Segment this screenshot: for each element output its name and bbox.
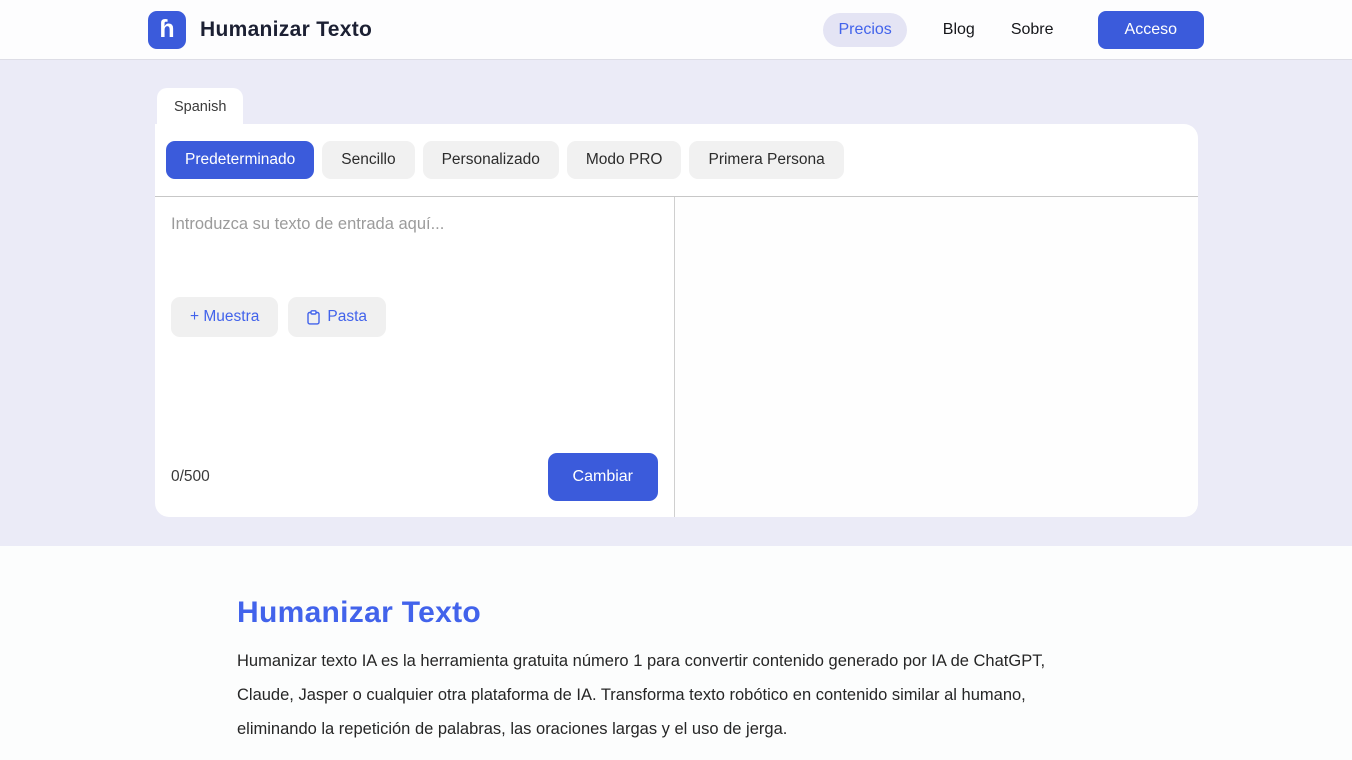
nav-item-sobre[interactable]: Sobre <box>1011 21 1054 39</box>
main-nav: Precios Blog Sobre Acceso <box>823 10 1204 49</box>
nav-item-precios[interactable]: Precios <box>823 12 907 47</box>
char-counter: 0/500 <box>171 468 210 485</box>
quick-actions-row: + Muestra Pasta <box>155 297 674 337</box>
mode-button-predeterminado[interactable]: Predeterminado <box>166 141 315 179</box>
mode-button-sencillo[interactable]: Sencillo <box>322 141 415 179</box>
editor-panels: + Muestra Pasta 0/500 Cambiar <box>155 197 1198 517</box>
about-title: Humanizar Texto <box>237 596 481 629</box>
login-button[interactable]: Acceso <box>1097 10 1204 49</box>
brand[interactable]: ɦ Humanizar Texto <box>148 10 373 49</box>
clipboard-icon <box>307 309 321 325</box>
humanizar-logo-icon: ɦ <box>148 10 186 49</box>
mode-selector-row: Predeterminado Sencillo Personalizado Mo… <box>155 124 1198 197</box>
nav-item-blog[interactable]: Blog <box>943 21 975 39</box>
mode-button-personalizado[interactable]: Personalizado <box>422 141 559 179</box>
input-bottom-bar: 0/500 Cambiar <box>155 453 674 517</box>
input-panel: + Muestra Pasta 0/500 Cambiar <box>155 197 675 517</box>
mode-button-primera-persona[interactable]: Primera Persona <box>689 141 844 179</box>
language-tab-spanish[interactable]: Spanish <box>157 88 244 124</box>
paste-button-label: Pasta <box>327 308 367 325</box>
input-textarea[interactable] <box>155 197 674 281</box>
about-section: Humanizar Texto Humanizar texto IA es la… <box>0 546 1352 760</box>
about-description: Humanizar texto IA es la herramienta gra… <box>237 652 1046 738</box>
paste-button[interactable]: Pasta <box>288 297 386 337</box>
logo-glyph: ɦ <box>159 15 175 43</box>
top-navbar: ɦ Humanizar Texto Precios Blog Sobre Acc… <box>0 0 1352 60</box>
sample-button[interactable]: + Muestra <box>171 297 279 337</box>
submit-button[interactable]: Cambiar <box>547 453 658 501</box>
mode-button-modo-pro[interactable]: Modo PRO <box>566 141 682 179</box>
brand-title: Humanizar Texto <box>200 17 373 41</box>
humanizer-card: Predeterminado Sencillo Personalizado Mo… <box>155 124 1198 517</box>
output-panel <box>675 197 1198 517</box>
humanizer-tool-section: Spanish Predeterminado Sencillo Personal… <box>0 60 1352 546</box>
